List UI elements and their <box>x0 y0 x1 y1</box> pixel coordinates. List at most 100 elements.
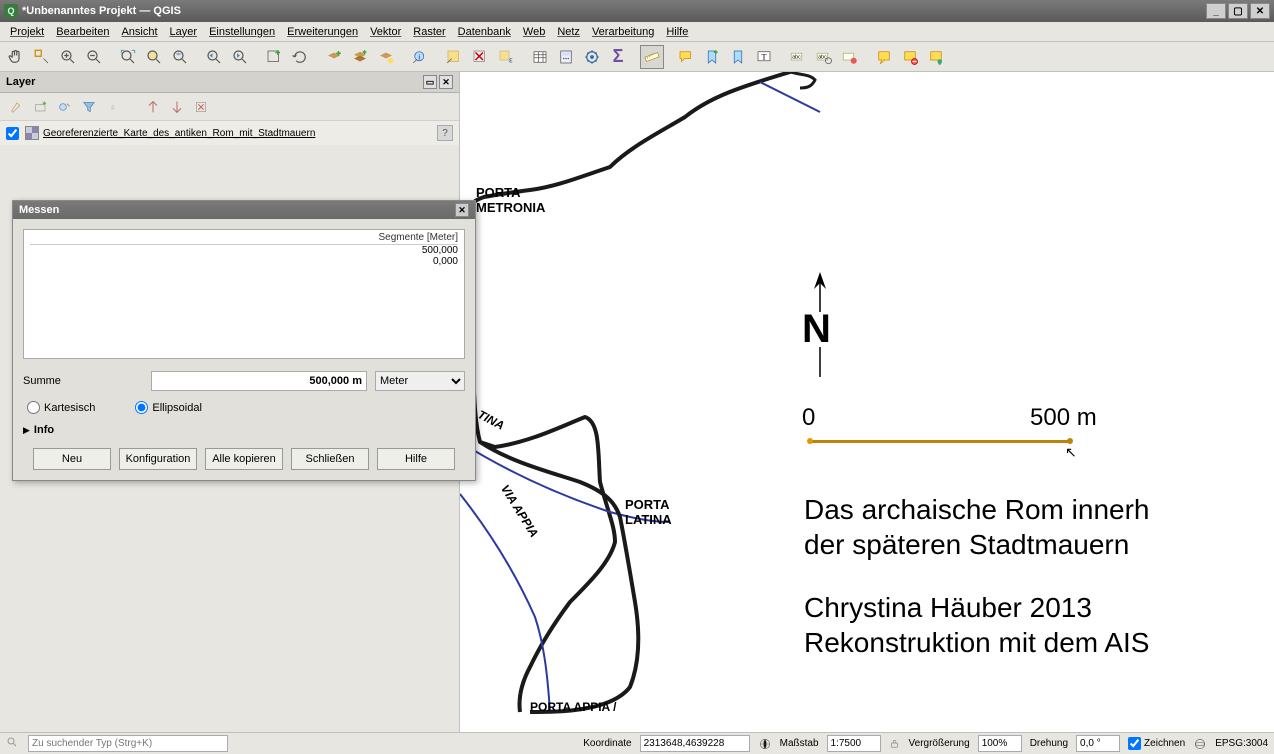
measure-close-button[interactable]: ✕ <box>455 203 469 217</box>
zoom-full-icon[interactable] <box>116 45 140 69</box>
close-button-dialog[interactable]: Schließen <box>291 448 369 470</box>
extents-icon[interactable] <box>758 737 772 751</box>
map-tip-icon[interactable] <box>674 45 698 69</box>
radio-ellipsoidal[interactable]: Ellipsoidal <box>135 401 202 414</box>
menu-ansicht[interactable]: Ansicht <box>115 24 163 40</box>
measure-dialog[interactable]: Messen ✕ Segmente [Meter] 500,000 0,000 … <box>12 200 476 481</box>
menu-raster[interactable]: Raster <box>407 24 451 40</box>
measure-line-icon[interactable] <box>640 45 664 69</box>
map-legend-text: Das archaische Rom innerh der späteren S… <box>804 492 1150 660</box>
zoom-last-icon[interactable] <box>202 45 226 69</box>
config-button[interactable]: Konfiguration <box>119 448 197 470</box>
segments-header: Segmente [Meter] <box>30 232 458 245</box>
help-button[interactable]: Hilfe <box>377 448 455 470</box>
select-icon[interactable] <box>442 45 466 69</box>
layer-expand-icon[interactable] <box>144 98 162 116</box>
open-table-icon[interactable] <box>528 45 552 69</box>
sum-input[interactable] <box>151 371 367 391</box>
label-porta-latina: PORTA LATINA <box>625 497 672 527</box>
annotation-yellow-icon[interactable] <box>872 45 896 69</box>
zoom-selection-icon[interactable] <box>142 45 166 69</box>
scale-label: Maßstab <box>780 738 819 749</box>
zoom-next-icon[interactable] <box>228 45 252 69</box>
scale-500: 500 m <box>1030 404 1097 432</box>
new-layer-icon[interactable] <box>322 45 346 69</box>
add-layer-yellow-icon[interactable] <box>374 45 398 69</box>
menu-datenbank[interactable]: Datenbank <box>452 24 517 40</box>
zoom-out-icon[interactable] <box>82 45 106 69</box>
menu-erweiterungen[interactable]: Erweiterungen <box>281 24 364 40</box>
menu-hilfe[interactable]: Hilfe <box>660 24 694 40</box>
menu-einstellungen[interactable]: Einstellungen <box>203 24 281 40</box>
crs-label[interactable]: EPSG:3004 <box>1215 738 1268 749</box>
layer-visibility-checkbox[interactable] <box>6 127 19 140</box>
field-calc-icon[interactable] <box>554 45 578 69</box>
crs-icon[interactable] <box>1193 737 1207 751</box>
app-icon: Q <box>4 4 18 18</box>
text-annotation-icon[interactable]: T <box>752 45 776 69</box>
coord-input[interactable] <box>640 735 750 752</box>
menubar: Projekt Bearbeiten Ansicht Layer Einstel… <box>0 22 1274 42</box>
segment-value-1: 500,000 <box>30 245 458 256</box>
annotation-block-icon[interactable] <box>898 45 922 69</box>
map-canvas[interactable]: PORTA METRONIA TINA VIA APPIA PORTA LATI… <box>460 72 1274 732</box>
menu-netz[interactable]: Netz <box>551 24 586 40</box>
layer-manage-icon[interactable] <box>56 98 74 116</box>
layer-add-group-icon[interactable] <box>32 98 50 116</box>
new-button[interactable]: Neu <box>33 448 111 470</box>
bookmarks-icon[interactable] <box>726 45 750 69</box>
unit-select[interactable]: Meter <box>375 371 465 391</box>
close-button[interactable]: ✕ <box>1250 3 1270 19</box>
lock-icon[interactable] <box>889 737 901 751</box>
deselect-icon[interactable] <box>468 45 492 69</box>
label-icon[interactable]: abc <box>786 45 810 69</box>
new-map-icon[interactable] <box>262 45 286 69</box>
segments-list[interactable]: Segmente [Meter] 500,000 0,000 <box>23 229 465 359</box>
measure-dialog-titlebar[interactable]: Messen ✕ <box>13 201 475 219</box>
layer-remove-icon[interactable] <box>192 98 210 116</box>
scale-input[interactable] <box>827 735 881 752</box>
minimize-button[interactable]: _ <box>1206 3 1226 19</box>
menu-verarbeitung[interactable]: Verarbeitung <box>586 24 660 40</box>
rot-input[interactable] <box>1076 735 1120 752</box>
new-bookmark-icon[interactable] <box>700 45 724 69</box>
new-group-icon[interactable] <box>348 45 372 69</box>
layer-item[interactable]: Georeferenzierte_Karte_des_antiken_Rom_m… <box>0 121 459 145</box>
panel-close-button[interactable]: ✕ <box>439 75 453 89</box>
radio-cartesian[interactable]: Kartesisch <box>27 401 95 414</box>
label-porta-appia: PORTA APPIA / <box>530 700 616 714</box>
layer-collapse-icon[interactable] <box>168 98 186 116</box>
label-settings-icon[interactable]: abc <box>812 45 836 69</box>
menu-web[interactable]: Web <box>517 24 551 40</box>
layer-expr-icon[interactable]: ε <box>104 98 122 116</box>
layer-help-icon[interactable]: ? <box>437 125 453 141</box>
zoom-in-icon[interactable] <box>56 45 80 69</box>
annotation-pin-icon[interactable] <box>924 45 948 69</box>
layer-style-icon[interactable] <box>8 98 26 116</box>
layer-filter-icon[interactable] <box>80 98 98 116</box>
pan-selection-icon[interactable] <box>30 45 54 69</box>
search-input[interactable] <box>28 735 228 752</box>
panel-undock-button[interactable]: ▭ <box>423 75 437 89</box>
menu-projekt[interactable]: Projekt <box>4 24 50 40</box>
refresh-icon[interactable] <box>288 45 312 69</box>
menu-bearbeiten[interactable]: Bearbeiten <box>50 24 115 40</box>
layers-panel-header: Layer ▭ ✕ <box>0 72 459 93</box>
copy-all-button[interactable]: Alle kopieren <box>205 448 283 470</box>
zoom-layer-icon[interactable] <box>168 45 192 69</box>
pan-icon[interactable] <box>4 45 28 69</box>
label-diagram-icon[interactable] <box>838 45 862 69</box>
menu-vektor[interactable]: Vektor <box>364 24 407 40</box>
render-checkbox[interactable]: Zeichnen <box>1128 737 1185 750</box>
maximize-button[interactable]: ▢ <box>1228 3 1248 19</box>
processing-icon[interactable] <box>580 45 604 69</box>
menu-layer[interactable]: Layer <box>164 24 204 40</box>
select-expr-icon[interactable]: ε <box>494 45 518 69</box>
mag-label: Vergrößerung <box>909 738 970 749</box>
stats-icon[interactable]: Σ <box>606 45 630 69</box>
window-title: *Unbenanntes Projekt — QGIS <box>22 5 181 17</box>
svg-text:ε: ε <box>111 101 115 111</box>
identify-icon[interactable]: i <box>408 45 432 69</box>
info-toggle[interactable]: ▶ Info <box>23 424 465 436</box>
mag-input[interactable] <box>978 735 1022 752</box>
